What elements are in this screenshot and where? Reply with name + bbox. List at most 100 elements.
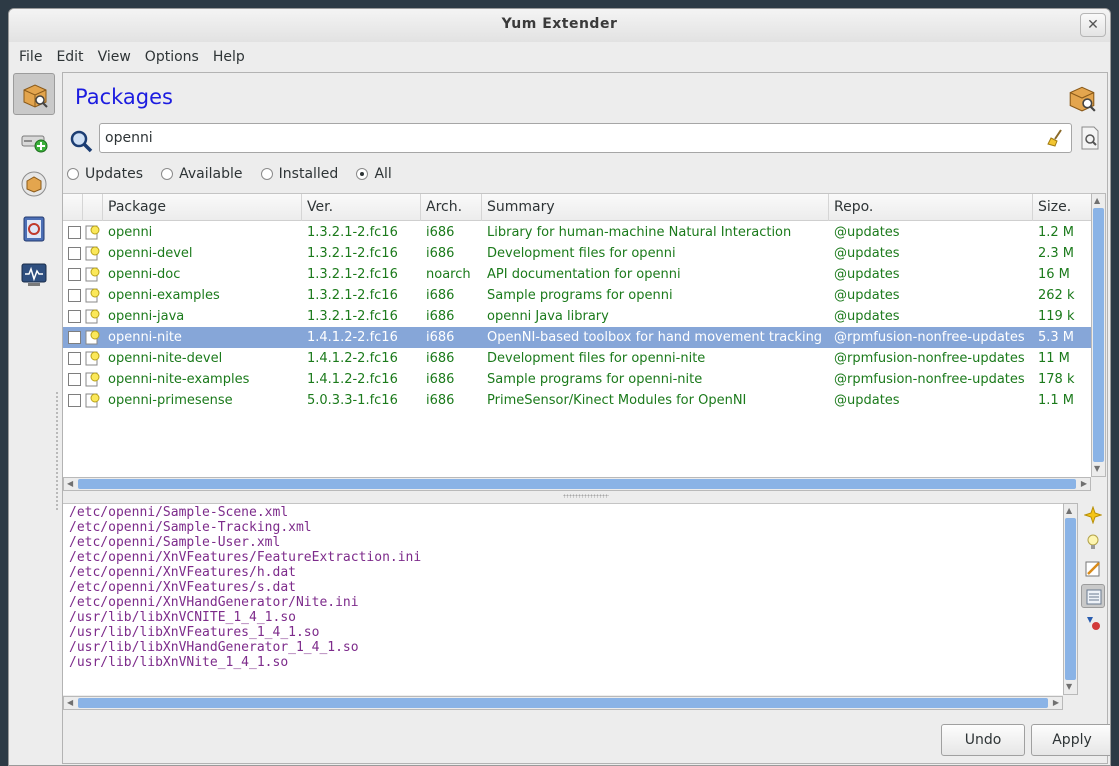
table-hscroll-thumb[interactable] [78, 479, 1076, 489]
file-list-item: /etc/openni/XnVHandGenerator/Nite.ini [69, 595, 359, 610]
search-icon[interactable] [69, 129, 93, 153]
files-scroll-left-icon[interactable]: ◀ [67, 697, 73, 709]
col-arch[interactable]: Arch. [421, 194, 482, 221]
table-row[interactable]: openni-java 1.3.2.1-2.fc16 i686 openni Java… [63, 306, 1091, 327]
table-row[interactable]: openni-doc 1.3.2.1-2.fc16 noarch API docume… [63, 264, 1091, 285]
filter-all[interactable]: All [356, 166, 392, 182]
packages-icon [23, 84, 48, 108]
undo-button[interactable]: Undo [941, 724, 1025, 756]
clear-search-icon[interactable] [1047, 129, 1065, 147]
cell-arch: i686 [426, 330, 455, 345]
window-title: Yum Extender [501, 16, 618, 32]
table-row[interactable]: openni 1.3.2.1-2.fc16 i686 Library for huma… [63, 222, 1091, 243]
package-update-icon [85, 309, 100, 324]
filter-available[interactable]: Available [161, 166, 243, 182]
table-row[interactable]: openni-devel 1.3.2.1-2.fc16 i686 Developmen… [63, 243, 1091, 264]
package-table: Package Ver. Arch. Summary Repo. Size. o… [63, 193, 1091, 477]
info-toolbar [1080, 503, 1106, 693]
radio-all[interactable] [356, 168, 369, 180]
scroll-right-icon[interactable]: ▶ [1081, 478, 1087, 490]
menu-view[interactable]: View [91, 43, 138, 71]
col-size[interactable]: Size. [1033, 194, 1091, 221]
table-vscroll[interactable]: ▲ ▼ [1091, 193, 1106, 477]
info-dependencies-button[interactable] [1081, 611, 1105, 635]
row-checkbox[interactable] [68, 247, 81, 260]
filter-installed-label: Installed [278, 166, 339, 182]
file-list-item: /etc/openni/Sample-Scene.xml [69, 505, 289, 520]
sidebar-grip[interactable] [55, 391, 59, 511]
add-repo-icon [21, 135, 48, 153]
cell-ver: 1.3.2.1-2.fc16 [307, 246, 398, 261]
sidebar-queue[interactable] [13, 208, 55, 250]
sidebar-history[interactable] [13, 253, 55, 295]
scroll-left-icon[interactable]: ◀ [67, 478, 73, 490]
info-update-button[interactable] [1081, 530, 1105, 554]
col-package[interactable]: Package [103, 194, 302, 221]
filter-updates-label: Updates [85, 166, 143, 182]
file-list-item: /usr/lib/libXnVNite_1_4_1.so [69, 655, 289, 670]
filter-updates[interactable]: Updates [67, 166, 143, 182]
table-row[interactable]: openni-nite 1.4.1.2-2.fc16 i686 OpenNI-base… [63, 327, 1091, 348]
radio-available[interactable] [161, 168, 174, 180]
row-checkbox[interactable] [68, 331, 81, 344]
packages-page: Packages openni Updates Available Instal… [62, 72, 1110, 764]
filter-all-label: All [374, 166, 392, 182]
col-version[interactable]: Ver. [302, 194, 421, 221]
col-summary[interactable]: Summary [482, 194, 829, 221]
table-vscroll-thumb[interactable] [1093, 208, 1104, 462]
row-checkbox[interactable] [68, 373, 81, 386]
search-options-button[interactable] [1078, 125, 1102, 151]
row-checkbox[interactable] [68, 352, 81, 365]
table-row[interactable]: openni-nite-examples 1.4.1.2-2.fc16 i686 Sa… [63, 369, 1091, 390]
row-checkbox[interactable] [68, 394, 81, 407]
files-hscroll[interactable]: ◀ ▶ [63, 696, 1063, 710]
filter-installed[interactable]: Installed [260, 166, 339, 182]
cell-arch: i686 [426, 393, 455, 408]
changelog-icon [1085, 561, 1100, 577]
row-checkbox[interactable] [68, 310, 81, 323]
sidebar-groups[interactable] [13, 163, 55, 205]
cell-ver: 1.4.1.2-2.fc16 [307, 351, 398, 366]
files-hscroll-thumb[interactable] [78, 698, 1048, 708]
cell-summary: Library for human-machine Natural Intera… [487, 225, 792, 240]
row-checkbox[interactable] [68, 226, 81, 239]
file-list-item: /etc/openni/XnVFeatures/h.dat [69, 565, 296, 580]
table-row[interactable]: openni-primesense 5.0.3.3-1.fc16 i686 Prime… [63, 390, 1091, 411]
menu-options[interactable]: Options [138, 43, 206, 71]
scroll-down-icon[interactable]: ▼ [1094, 463, 1100, 475]
row-checkbox[interactable] [68, 289, 81, 302]
pane-splitter[interactable] [563, 494, 609, 498]
files-vscroll[interactable]: ▲ ▼ [1063, 503, 1078, 695]
files-scroll-down-icon[interactable]: ▼ [1066, 681, 1072, 693]
files-scroll-up-icon[interactable]: ▲ [1066, 505, 1072, 517]
radio-installed[interactable] [260, 168, 273, 180]
menu-file[interactable]: File [9, 43, 49, 71]
col-select[interactable] [63, 194, 83, 221]
close-button[interactable]: ✕ [1080, 13, 1106, 37]
sidebar-packages[interactable] [13, 73, 55, 115]
file-list-item: /etc/openni/Sample-User.xml [69, 535, 281, 550]
title-bar: Yum Extender ✕ [9, 9, 1110, 42]
info-filelist-button[interactable] [1081, 584, 1105, 608]
row-checkbox[interactable] [68, 268, 81, 281]
menu-help[interactable]: Help [206, 43, 252, 71]
table-hscroll[interactable]: ◀ ▶ [63, 477, 1091, 491]
table-row[interactable]: openni-examples 1.3.2.1-2.fc16 i686 Sample … [63, 285, 1091, 306]
col-repo[interactable]: Repo. [829, 194, 1033, 221]
col-type[interactable] [83, 194, 103, 221]
info-description-button[interactable] [1081, 503, 1105, 527]
menu-edit[interactable]: Edit [49, 43, 90, 71]
search-input-value: openni [105, 130, 153, 146]
cell-name: openni-nite-devel [108, 351, 223, 366]
info-changelog-button[interactable] [1081, 557, 1105, 581]
table-row[interactable]: openni-nite-devel 1.4.1.2-2.fc16 i686 Devel… [63, 348, 1091, 369]
scroll-up-icon[interactable]: ▲ [1094, 195, 1100, 207]
files-vscroll-thumb[interactable] [1065, 518, 1076, 680]
search-input[interactable]: openni [99, 123, 1072, 153]
description-icon [1084, 506, 1102, 524]
cell-summary: Development files for openni-nite [487, 351, 706, 366]
files-scroll-right-icon[interactable]: ▶ [1053, 697, 1059, 709]
radio-updates[interactable] [67, 168, 79, 180]
apply-button[interactable]: Apply [1031, 724, 1110, 756]
sidebar-repositories[interactable] [13, 118, 55, 160]
